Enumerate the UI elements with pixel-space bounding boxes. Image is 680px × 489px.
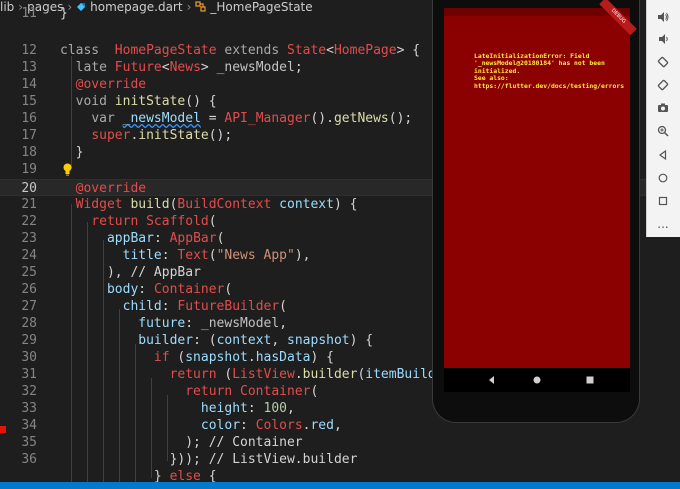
line-number: 35: [21, 435, 37, 450]
volume-down-icon[interactable]: [654, 30, 672, 48]
emulator-screen[interactable]: DEBUG LateInitializationError: Field '_n…: [444, 0, 637, 368]
android-status-bar: [444, 8, 630, 16]
lightbulb-icon[interactable]: [62, 163, 73, 176]
line-number: 17: [21, 128, 37, 143]
code-line: 35 ); // Container: [0, 434, 680, 451]
line-number: 22: [21, 214, 37, 229]
android-nav-bar: [444, 368, 630, 392]
status-bar: [0, 482, 680, 489]
rotate-left-icon[interactable]: [654, 53, 672, 71]
line-number: 26: [21, 282, 37, 297]
code-text: future: _newsModel,: [138, 316, 288, 331]
nav-home-icon[interactable]: [531, 374, 543, 386]
code-text: late Future<News> _newsModel;: [75, 60, 303, 75]
code-text: child: FutureBuilder(: [122, 299, 287, 314]
line-number: 28: [21, 316, 37, 331]
code-text: return (ListView.builder(itemBuilder: [169, 367, 452, 382]
code-text: ); // Container: [60, 435, 303, 450]
line-number: 21: [21, 197, 37, 212]
line-number: 23: [21, 231, 37, 246]
line-number: 15: [21, 94, 37, 109]
home-icon[interactable]: [654, 169, 672, 187]
rotate-right-icon[interactable]: [654, 76, 672, 94]
line-number: 25: [21, 265, 37, 280]
line-number: 30: [21, 350, 37, 365]
phone-emulator: DEBUG LateInitializationError: Field '_n…: [432, 0, 640, 423]
code-text: var _newsModel = API_Manager().getNews()…: [91, 111, 413, 126]
line-number: 18: [21, 145, 37, 160]
code-text: if (snapshot.hasData) {: [153, 350, 334, 365]
nav-back-icon[interactable]: [486, 374, 498, 386]
code-text: return Container(: [185, 384, 319, 399]
code-text: Widget build(BuildContext context) {: [75, 197, 358, 212]
back-icon[interactable]: [654, 146, 672, 164]
emulator-toolbar: ...: [646, 0, 680, 237]
more-icon[interactable]: ...: [654, 215, 672, 233]
error-gutter-marker: [0, 426, 6, 433]
error-message: LateInitializationError: Field '_newsMod…: [474, 52, 625, 90]
zoom-in-icon[interactable]: [654, 122, 672, 140]
code-text: }: [60, 145, 84, 160]
overview-icon[interactable]: [654, 192, 672, 210]
nav-overview-icon[interactable]: [584, 374, 596, 386]
code-text: height: 100,: [200, 401, 295, 416]
line-number: 19: [21, 162, 37, 177]
volume-up-icon[interactable]: [654, 8, 672, 26]
line-number: 20: [21, 181, 37, 196]
code-text: }: [60, 6, 68, 21]
code-text: ), // AppBar: [60, 265, 201, 280]
line-number: 33: [21, 401, 37, 416]
line-number: 24: [21, 248, 37, 263]
code-text: body: Container(: [106, 282, 233, 297]
code-text: title: Text("News App"),: [122, 248, 311, 263]
debug-banner: DEBUG: [599, 0, 637, 36]
line-number: 13: [21, 60, 37, 75]
line-number: 27: [21, 299, 37, 314]
line-number: 31: [21, 367, 37, 382]
line-number: 29: [21, 333, 37, 348]
code-text: })); // ListView.builder: [60, 452, 358, 467]
code-text: color: Colors.red,: [200, 418, 342, 433]
code-text: appBar: AppBar(: [106, 231, 225, 246]
line-number: 16: [21, 111, 37, 126]
code-text: super.initState();: [91, 128, 233, 143]
code-text: @override: [75, 181, 147, 196]
camera-icon[interactable]: [654, 99, 672, 117]
line-number: 11: [21, 6, 37, 21]
code-text: return Scaffold(: [91, 214, 217, 229]
code-text: builder: (context, snapshot) {: [138, 333, 374, 348]
line-number: 32: [21, 384, 37, 399]
code-line: 36 })); // ListView.builder: [0, 451, 680, 468]
line-number: 36: [21, 452, 37, 467]
line-number: 12: [21, 43, 37, 58]
code-text: void initState() {: [75, 94, 217, 109]
code-text: class HomePageState extends State<HomePa…: [60, 43, 421, 58]
code-text: @override: [75, 77, 147, 92]
line-number: 14: [21, 77, 37, 92]
